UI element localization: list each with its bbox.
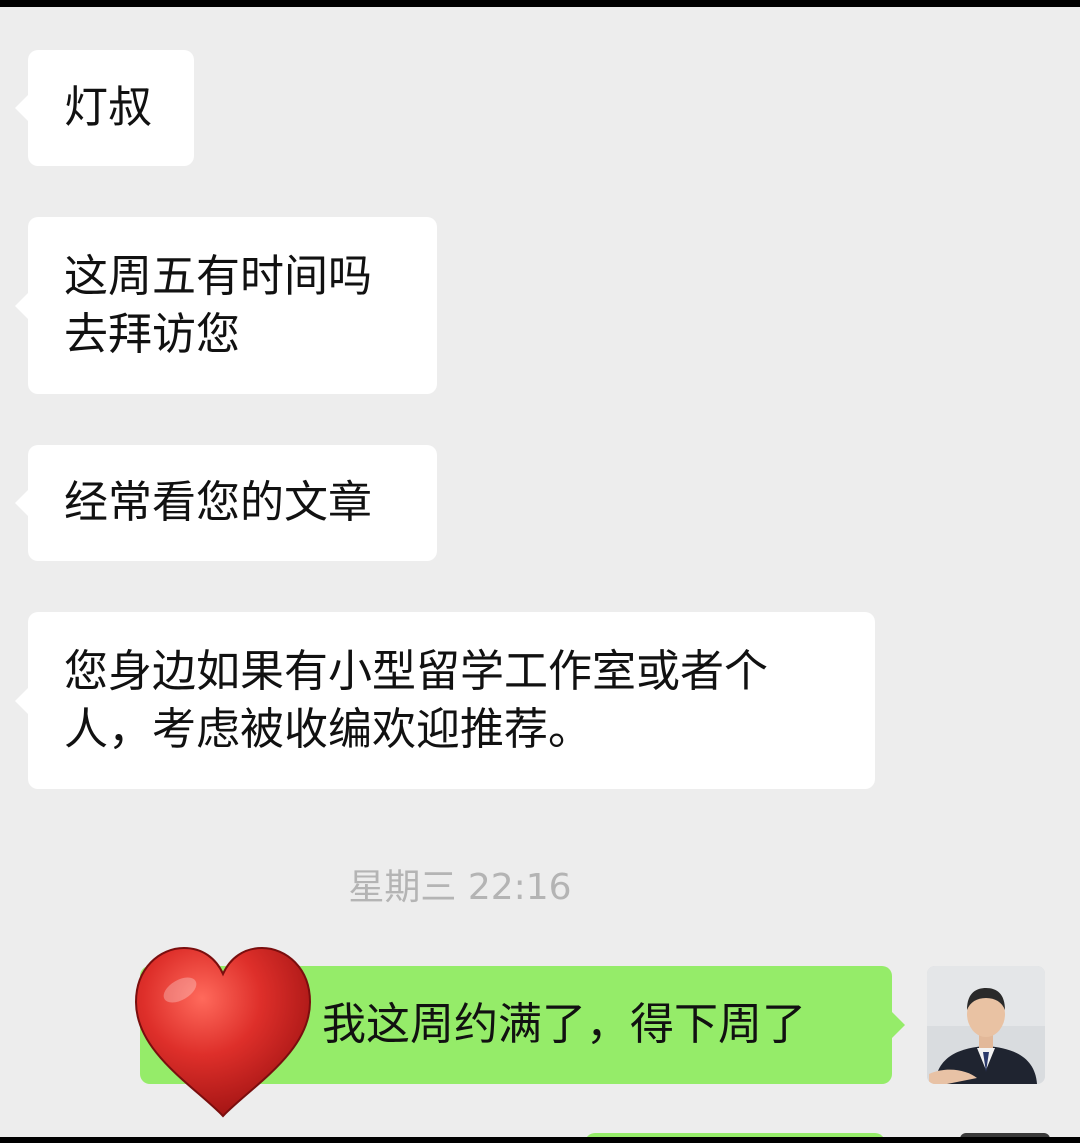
bottom-border [0,1137,1080,1143]
top-border [0,0,1080,7]
message-bubble-incoming[interactable]: 经常看您的文章 [15,445,437,561]
message-bubble-incoming[interactable]: 您身边如果有小型留学工作室或者个 人，考虑被收编欢迎推荐。 [15,612,875,789]
message-line: 经常看您的文章 [64,477,372,528]
message-text: 您身边如果有小型留学工作室或者个 人，考虑被收编欢迎推荐。 [64,643,768,759]
message-text: 灯叔 [64,79,152,137]
message-bubble-incoming[interactable]: 灯叔 [15,50,194,166]
red-heart-icon [132,944,314,1122]
message-line: 人，考虑被收编欢迎推荐。 [64,703,592,755]
message-text: 经常看您的文章 [64,474,372,532]
message-line: 去拜访您 [64,308,240,360]
message-text: 这周五有时间吗 去拜访您 [64,248,372,364]
message-bubble-incoming[interactable]: 这周五有时间吗 去拜访您 [15,217,437,394]
chat-timestamp: 星期三 22:16 [348,867,572,908]
message-line: 您身边如果有小型留学工作室或者个 [64,645,768,697]
message-line: 灯叔 [64,82,152,133]
user-avatar[interactable] [927,966,1045,1084]
message-line: 这周五有时间吗 [64,250,372,302]
message-text: 我这周约满了，得下周了 [322,999,806,1050]
